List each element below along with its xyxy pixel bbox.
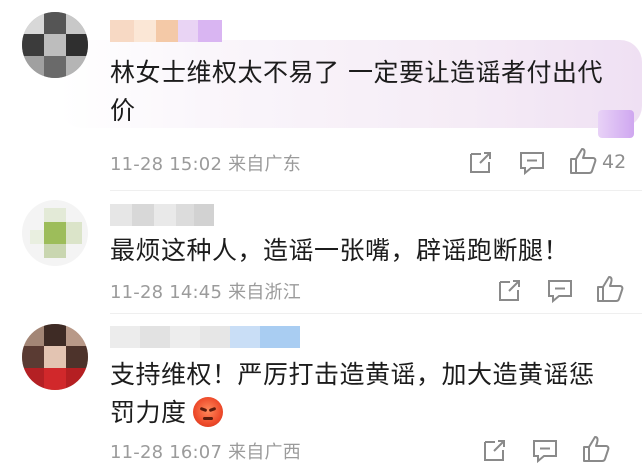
share-icon[interactable] xyxy=(481,436,509,464)
comment-meta: 11-28 14:45 来自浙江 xyxy=(110,278,301,304)
comment-text: 最烦这种人，造谣一张嘴，辟谣跑断腿！ xyxy=(110,236,570,265)
comment-icon[interactable] xyxy=(518,148,546,176)
comment-item: 支持维权！严厉打击造黄谣，加大造黄谣惩 罚力度 11-28 16:07 来自广西 xyxy=(0,314,642,474)
avatar[interactable] xyxy=(22,200,88,266)
comment-item: 林女士维权太不易了 一定要让造谣者付出代 价 11-28 15:02 来自广东 4… xyxy=(0,0,642,190)
comment-icon[interactable] xyxy=(546,276,574,304)
avatar[interactable] xyxy=(22,324,88,390)
comment-text: 林女士维权太不易了 一定要让造谣者付出代 价 xyxy=(110,58,603,125)
username-blurred[interactable] xyxy=(110,20,222,42)
comment-text: 支持维权！严厉打击造黄谣，加大造黄谣惩 罚力度 xyxy=(110,360,595,427)
username-blurred[interactable] xyxy=(110,204,214,226)
share-icon[interactable] xyxy=(467,148,495,176)
comment-date: 11-28 15:02 xyxy=(110,154,223,175)
comment-location: 来自浙江 xyxy=(228,282,301,303)
thumbs-up-icon[interactable] xyxy=(595,274,625,304)
comment-icon[interactable] xyxy=(531,436,559,464)
comment-date: 11-28 16:07 xyxy=(110,442,223,463)
comment-meta: 11-28 16:07 来自广西 xyxy=(110,438,301,464)
share-icon[interactable] xyxy=(496,276,524,304)
comment-date: 11-28 14:45 xyxy=(110,282,223,303)
username-blurred[interactable] xyxy=(110,326,300,348)
bubble-decoration xyxy=(598,110,634,138)
comment-meta: 11-28 15:02 来自广东 xyxy=(110,150,301,176)
comment-item: 最烦这种人，造谣一张嘴，辟谣跑断腿！ 11-28 14:45 来自浙江 xyxy=(0,190,642,314)
comment-location: 来自广东 xyxy=(228,154,301,175)
angry-face-emoji xyxy=(192,397,223,427)
thumbs-up-icon[interactable] xyxy=(581,434,611,464)
avatar[interactable] xyxy=(22,12,88,78)
thumbs-up-icon[interactable] xyxy=(568,146,598,176)
comment-location: 来自广西 xyxy=(228,442,301,463)
like-count: 42 xyxy=(602,151,627,173)
